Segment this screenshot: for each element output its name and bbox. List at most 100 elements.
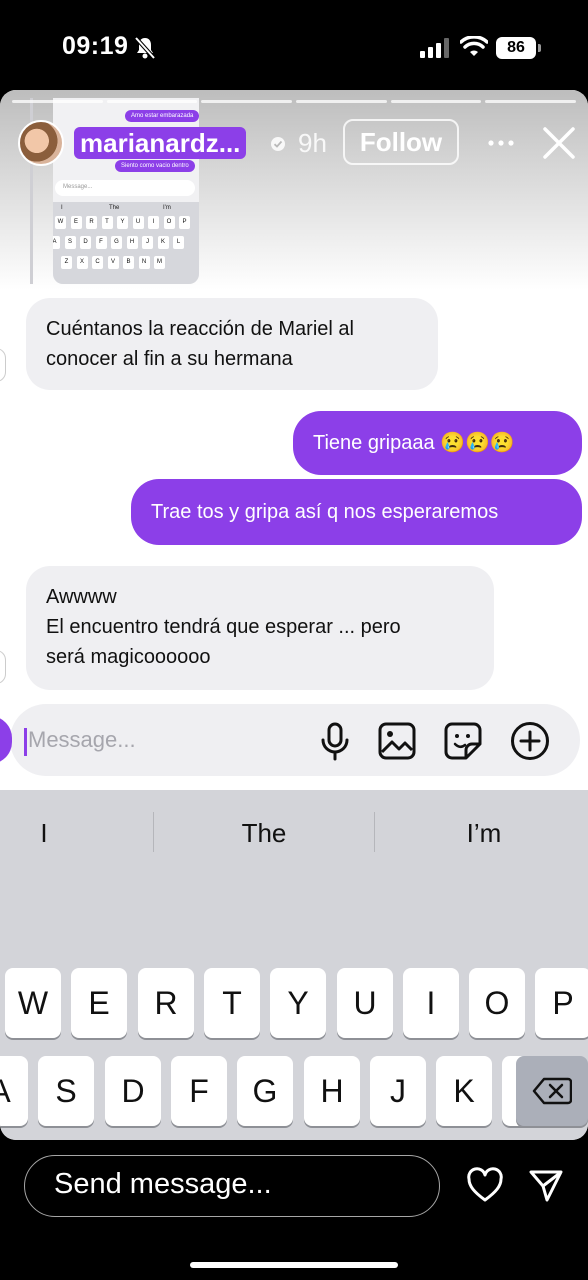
thumb-key: A	[53, 236, 60, 249]
key-d[interactable]: D	[105, 1056, 161, 1126]
story-card: Amo estar embarazada Siento como vacio d…	[0, 90, 588, 1140]
thumb-bubble: Amo estar embarazada	[125, 110, 199, 122]
thumb-suggestion: I	[61, 205, 63, 211]
close-icon[interactable]	[542, 126, 576, 160]
thumb-key: G	[111, 236, 122, 249]
key-u[interactable]: U	[337, 968, 393, 1038]
thumb-key: E	[70, 216, 82, 229]
battery-indicator: 86	[496, 37, 536, 59]
key-k[interactable]: K	[436, 1056, 492, 1126]
signal-icon	[420, 38, 449, 58]
text-cursor	[24, 728, 27, 756]
backspace-icon	[532, 1077, 573, 1105]
key-i[interactable]: I	[403, 968, 459, 1038]
thumb-key: F	[95, 236, 107, 249]
username[interactable]: marianardz...	[74, 127, 247, 159]
thumb-key: R	[86, 216, 97, 229]
key-y[interactable]: Y	[270, 968, 326, 1038]
follow-button[interactable]: Follow	[343, 119, 459, 165]
send-icon[interactable]	[528, 1168, 564, 1204]
send-message-placeholder[interactable]: Send message...	[54, 1168, 272, 1201]
home-indicator	[190, 1262, 398, 1268]
message-line: El encuentro tendrá que esperar ... pero	[46, 616, 401, 638]
thumb-key: M	[154, 256, 165, 269]
thumb-key: P	[179, 216, 190, 229]
avatar-edge	[0, 650, 6, 684]
camera-button[interactable]	[0, 716, 12, 764]
key-h[interactable]: H	[304, 1056, 360, 1126]
message-line: conocer al fin a su hermana	[46, 348, 293, 370]
status-time: 09:19	[62, 32, 129, 60]
progress-segment	[12, 100, 103, 103]
message-bubble-sent: Tiene gripaaa 😢😢😢	[293, 411, 582, 475]
thumb-key: B	[123, 256, 134, 269]
key-g[interactable]: G	[237, 1056, 293, 1126]
thumb-key: Z	[61, 256, 72, 269]
thumb-key: X	[76, 256, 88, 269]
thumb-key: U	[132, 216, 144, 229]
key-p[interactable]: P	[535, 968, 588, 1038]
thumb-key: V	[107, 256, 119, 269]
key-r[interactable]: R	[138, 968, 194, 1038]
time-ago: 9h	[298, 128, 327, 158]
suggestion-divider	[153, 812, 154, 852]
key-w[interactable]: W	[5, 968, 61, 1038]
battery-tip	[538, 44, 541, 52]
key-e[interactable]: E	[71, 968, 127, 1038]
message-bubble-received: Awwww El encuentro tendrá que esperar ..…	[26, 566, 494, 690]
bell-muted-icon	[134, 36, 156, 60]
message-bubble-sent: Trae tos y gripa así q nos esperaremos	[131, 479, 582, 545]
thumb-key: L	[173, 236, 184, 249]
verified-icon	[271, 137, 285, 151]
thumb-key: H	[126, 236, 138, 249]
suggestion[interactable]: The	[166, 818, 362, 849]
thumb-key: N	[138, 256, 150, 269]
key-a[interactable]: A	[0, 1056, 28, 1126]
progress-segment	[296, 100, 387, 103]
thumb-key: Y	[117, 216, 128, 229]
backspace-key[interactable]	[516, 1056, 588, 1126]
thumb-input: Message...	[55, 180, 195, 196]
wifi-icon	[460, 36, 488, 56]
story-progress-bar	[12, 100, 577, 104]
message-line: Awwww	[46, 586, 117, 608]
thumb-keyboard: I The I'm WERTYUIOPASDFGHJKLZXCVBNM	[53, 202, 199, 284]
thumb-key: J	[142, 236, 153, 249]
key-o[interactable]: O	[469, 968, 525, 1038]
status-bar: 09:19 86	[0, 0, 588, 90]
heart-icon[interactable]	[466, 1167, 504, 1203]
suggestion-divider	[374, 812, 375, 852]
add-icon[interactable]	[510, 721, 550, 761]
thumb-key: S	[64, 236, 76, 249]
thumb-key: W	[55, 216, 66, 229]
avatar[interactable]	[18, 120, 64, 166]
sticker-icon[interactable]	[444, 722, 482, 760]
message-input[interactable]: Message...	[28, 727, 136, 753]
key-j[interactable]: J	[370, 1056, 426, 1126]
thumb-key: I	[148, 216, 159, 229]
progress-segment	[485, 100, 577, 103]
avatar-edge	[0, 348, 6, 382]
thumb-key: D	[80, 236, 91, 249]
progress-segment	[390, 100, 482, 103]
message-bubble-received: Cuéntanos la reacción de Mariel al conoc…	[26, 298, 438, 390]
suggestion[interactable]: I’m	[386, 818, 582, 849]
message-line: Cuéntanos la reacción de Mariel al	[46, 318, 354, 340]
gallery-icon[interactable]	[378, 722, 416, 760]
more-options-icon[interactable]	[488, 140, 514, 146]
keyboard: I The I’m WERTYUIOPASDFGHJKLZXCVBNM	[0, 790, 588, 1140]
suggestion[interactable]: I	[0, 818, 142, 849]
key-f[interactable]: F	[171, 1056, 227, 1126]
thumb-key: C	[92, 256, 103, 269]
thumb-suggestion: I'm	[163, 205, 171, 211]
progress-segment	[106, 100, 198, 103]
thumb-key: K	[157, 236, 169, 249]
thumb-suggestion: The	[109, 205, 120, 211]
thumb-key: T	[101, 216, 113, 229]
progress-segment	[201, 100, 293, 103]
message-line: será magicoooooo	[46, 646, 211, 668]
thumbnail-screen: Amo estar embarazada Siento como vacio d…	[53, 98, 199, 284]
microphone-icon[interactable]	[318, 722, 352, 762]
key-t[interactable]: T	[204, 968, 260, 1038]
key-s[interactable]: S	[38, 1056, 94, 1126]
